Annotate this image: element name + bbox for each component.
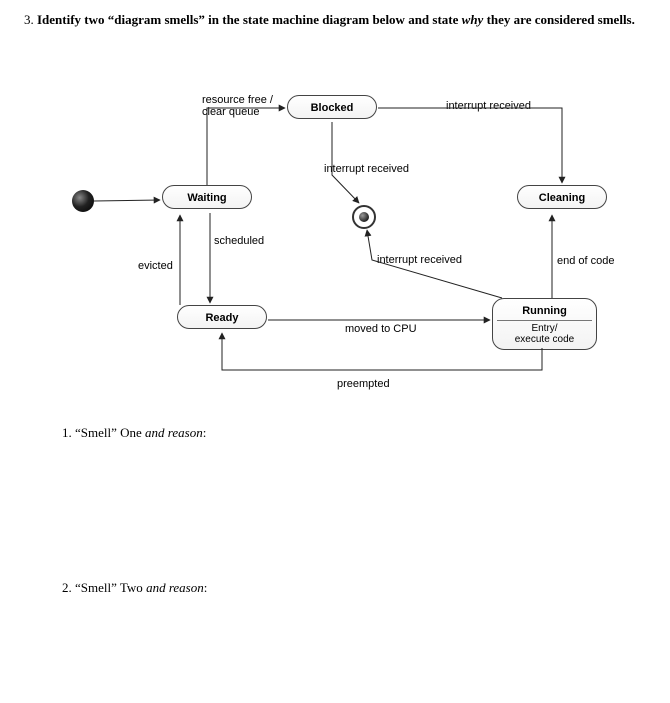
question-prompt: Identify two “diagram smells” in the sta…: [37, 12, 635, 27]
state-machine-diagram: Waiting Blocked Cleaning Ready Running E…: [62, 80, 632, 400]
question-text: 3. Identify two “diagram smells” in the …: [24, 12, 646, 28]
edges-svg: [62, 80, 632, 400]
answer-two-prompt: 2. “Smell” Two and reason:: [62, 580, 207, 596]
question-number: 3.: [24, 12, 34, 27]
answer-one-prompt: 1. “Smell” One and reason:: [62, 425, 206, 441]
